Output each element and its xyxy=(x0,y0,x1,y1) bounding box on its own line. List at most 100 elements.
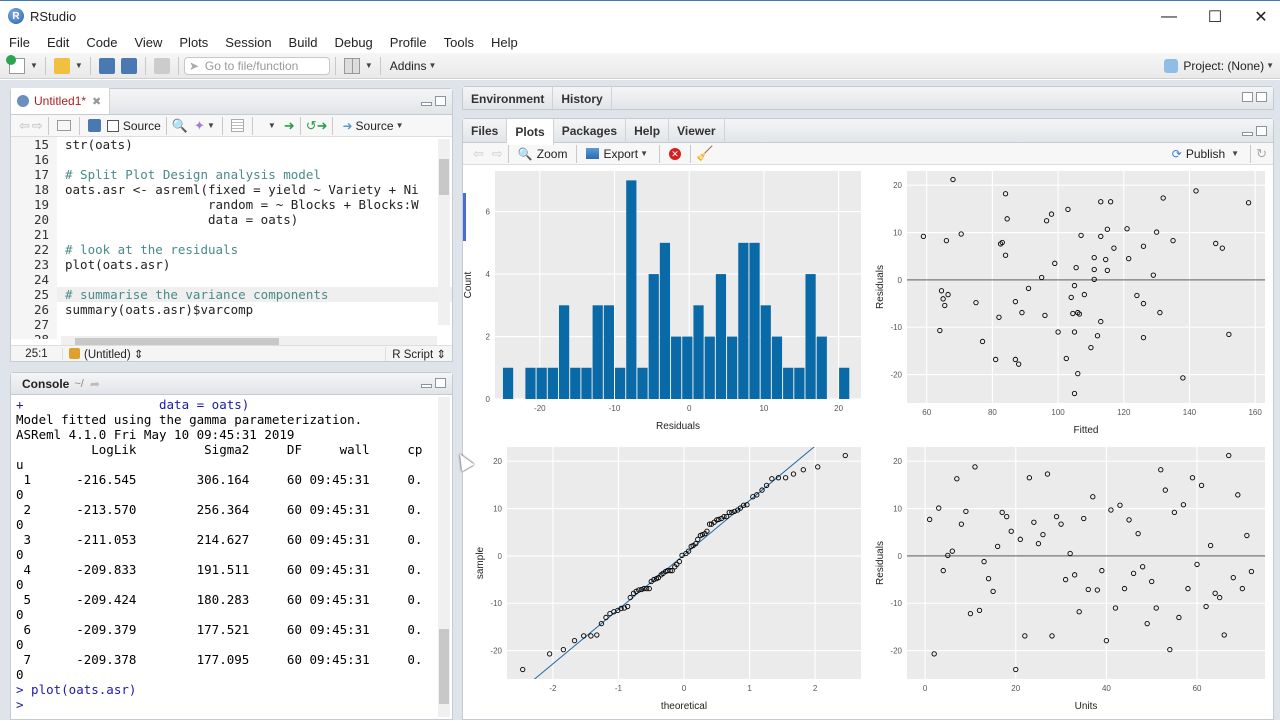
y-tick-label: -20 xyxy=(890,371,902,380)
tab-help[interactable]: Help xyxy=(626,119,670,143)
refresh-plot-icon[interactable]: ↻ xyxy=(1256,146,1267,162)
addins-button[interactable]: Addins ▼ xyxy=(390,59,439,73)
maximize-pane-icon[interactable] xyxy=(435,378,446,388)
console-go-to-dir-icon[interactable]: ➦ xyxy=(90,377,100,391)
tab-environment[interactable]: Environment xyxy=(463,87,554,111)
chevron-down-icon[interactable]: ▼ xyxy=(268,121,276,130)
console-line: 0 xyxy=(16,667,24,682)
run-line-icon[interactable]: ➜ xyxy=(284,118,295,134)
search-icon[interactable]: 🔍 xyxy=(172,118,188,134)
menu-view[interactable]: View xyxy=(125,35,170,50)
code-line[interactable]: 23 plot(oats.asr) xyxy=(11,257,452,272)
code-line[interactable]: 27 xyxy=(11,317,452,332)
grid-layout-icon[interactable] xyxy=(343,57,360,74)
code-line[interactable]: 19 random = ~ Blocks + Blocks:W xyxy=(11,197,452,212)
code-line[interactable]: 24 xyxy=(11,272,452,287)
back-icon[interactable]: ⇦ xyxy=(19,118,30,134)
minimize-pane-icon[interactable] xyxy=(421,102,432,106)
tab-packages[interactable]: Packages xyxy=(554,119,627,143)
source-on-save-checkbox[interactable] xyxy=(106,119,119,132)
console-line: 5 -209.424 180.283 60 09:45:31 0. xyxy=(16,592,423,607)
code-line[interactable]: 16 xyxy=(11,152,452,167)
zoom-button[interactable]: 🔍 Zoom xyxy=(518,147,568,161)
code-line[interactable]: 18 oats.asr <- asreml(fixed = yield ~ Var… xyxy=(11,182,452,197)
tab-history[interactable]: History xyxy=(553,87,612,111)
code-line[interactable]: 26 summary(oats.asr)$varcomp xyxy=(11,302,452,317)
code-line[interactable]: 15 str(oats) xyxy=(11,137,452,152)
pane-splitter-horizontal[interactable] xyxy=(10,364,453,370)
close-button[interactable]: ✕ xyxy=(1238,1,1280,32)
histogram-bar xyxy=(626,180,637,399)
menu-build[interactable]: Build xyxy=(280,35,326,50)
minimize-button[interactable]: — xyxy=(1146,1,1192,32)
tab-untitled1[interactable]: Untitled1* ✖ xyxy=(11,88,111,114)
pane-splitter-vertical[interactable] xyxy=(455,80,460,720)
code-line[interactable]: 25 # summarise the variance components xyxy=(11,287,452,302)
menu-session[interactable]: Session xyxy=(216,35,279,50)
export-button[interactable]: Export ▼ xyxy=(586,147,650,161)
minimize-pane-icon[interactable] xyxy=(421,384,432,388)
file-type-selector[interactable]: R Script ⇕ xyxy=(385,346,452,361)
layout-dropdown-icon[interactable]: ▼ xyxy=(365,61,373,70)
menu-tools[interactable]: Tools xyxy=(435,35,482,50)
console-line: ASReml 4.1.0 Fri May 10 09:45:31 2019 xyxy=(16,427,295,442)
new-file-dropdown-icon[interactable]: ▼ xyxy=(30,61,38,70)
workspace: Untitled1* ✖ ⇦ ⇨ Source 🔍 ✦ ▼ ▼ ➜ ↺➜ ➜ S… xyxy=(0,80,1280,720)
menu-edit[interactable]: Edit xyxy=(38,35,77,50)
histogram-bar xyxy=(637,367,648,399)
code-line[interactable]: 22 # look at the residuals xyxy=(11,242,452,257)
compile-report-icon[interactable] xyxy=(230,119,244,132)
remove-plot-icon[interactable]: ✕ xyxy=(669,147,682,160)
code-line[interactable]: 20 data = oats) xyxy=(11,212,452,227)
publish-button[interactable]: ⟳ Publish ▼ xyxy=(1172,147,1241,161)
save-all-icon[interactable] xyxy=(120,57,137,74)
x-tick-label: 100 xyxy=(1051,408,1065,417)
editor-tab-label: Untitled1* xyxy=(34,94,87,108)
open-file-dropdown-icon[interactable]: ▼ xyxy=(75,61,83,70)
code-editor[interactable]: 15 str(oats) 16 17 # Split Plot Design analy… xyxy=(11,137,452,339)
menu-plots[interactable]: Plots xyxy=(170,35,216,50)
show-in-window-icon[interactable] xyxy=(56,120,71,131)
maximize-button[interactable]: ☐ xyxy=(1192,1,1238,32)
save-icon[interactable] xyxy=(87,119,101,132)
tab-plots[interactable]: Plots xyxy=(507,119,554,145)
clear-all-plots-icon[interactable]: 🧹 xyxy=(696,145,713,162)
code-line[interactable]: 21 xyxy=(11,227,452,242)
new-file-icon[interactable] xyxy=(6,54,25,74)
histogram-bar xyxy=(558,305,570,399)
code-line[interactable]: 17 # Split Plot Design analysis model xyxy=(11,167,452,182)
maximize-pane-icon[interactable] xyxy=(1256,92,1267,102)
menu-help[interactable]: Help xyxy=(482,35,526,50)
line-number: 23 xyxy=(11,257,57,272)
chevron-down-icon[interactable]: ▼ xyxy=(207,121,215,130)
next-plot-icon[interactable]: ⇨ xyxy=(492,146,503,162)
project-menu-button[interactable]: Project: (None) ▼ xyxy=(1164,58,1276,73)
open-file-icon[interactable] xyxy=(53,57,70,74)
tab-viewer[interactable]: Viewer xyxy=(669,119,725,143)
go-to-file-input[interactable]: ➤ Go to file/function xyxy=(183,56,330,75)
menu-code[interactable]: Code xyxy=(77,35,125,50)
magic-wand-icon[interactable]: ✦ xyxy=(194,118,205,134)
tab-files[interactable]: Files xyxy=(463,119,508,143)
source-button[interactable]: ➜ Source ▼ xyxy=(342,119,405,133)
menu-bar: File Edit Code View Plots Session Build Debug Pr… xyxy=(0,31,1280,53)
console-output[interactable]: + data = oats) Model fitted using the gam… xyxy=(11,395,452,715)
close-tab-icon[interactable]: ✖ xyxy=(92,95,101,108)
maximize-pane-icon[interactable] xyxy=(435,96,446,106)
console-vertical-scrollbar[interactable] xyxy=(438,397,450,717)
scope-label: (Untitled) xyxy=(84,348,131,361)
minimize-pane-icon[interactable] xyxy=(1242,132,1253,136)
forward-icon[interactable]: ⇨ xyxy=(32,118,43,134)
menu-profile[interactable]: Profile xyxy=(381,35,435,50)
save-icon[interactable] xyxy=(98,57,115,74)
restore-pane-icon[interactable] xyxy=(1256,126,1267,136)
restore-pane-icon[interactable] xyxy=(1242,92,1253,102)
previous-plot-icon[interactable]: ⇦ xyxy=(473,146,484,162)
menu-debug[interactable]: Debug xyxy=(325,35,380,50)
rerun-icon[interactable]: ↺➜ xyxy=(306,118,328,134)
scope-selector[interactable]: (Untitled) ⇕ xyxy=(63,347,385,361)
menu-file[interactable]: File xyxy=(0,35,38,50)
print-icon[interactable] xyxy=(153,57,170,74)
chevron-down-icon: ▼ xyxy=(1266,61,1274,70)
editor-vertical-scrollbar[interactable] xyxy=(438,139,450,325)
